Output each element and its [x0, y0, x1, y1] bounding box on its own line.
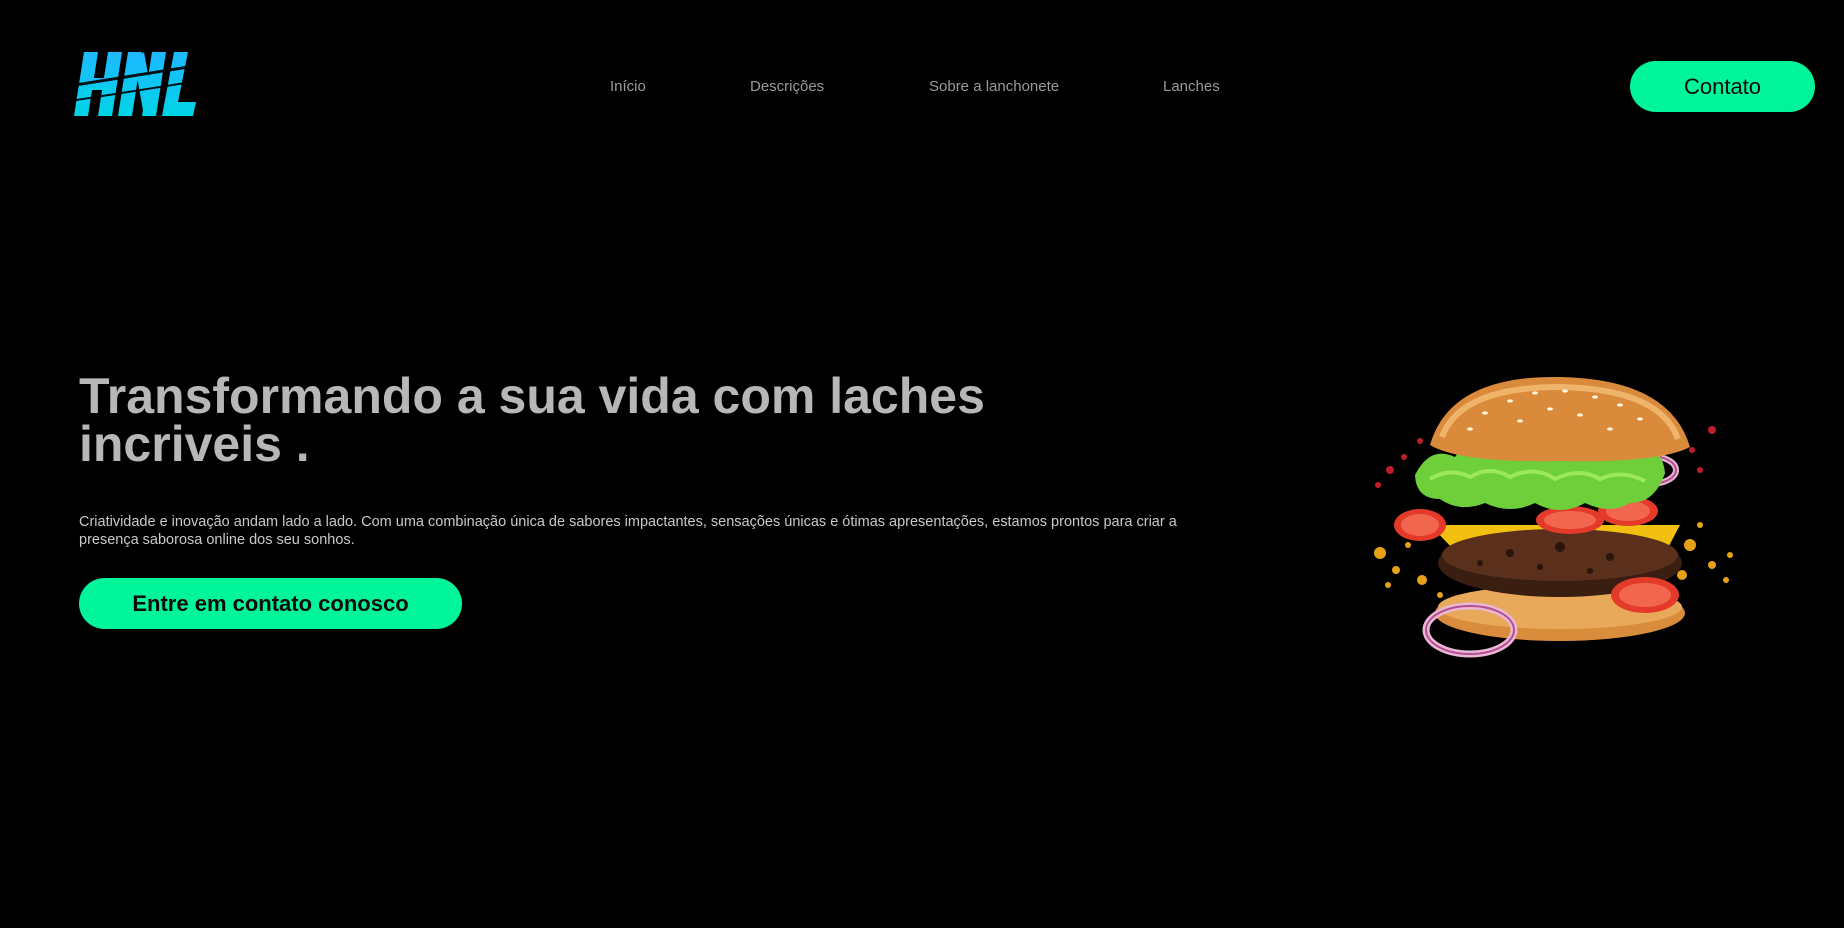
contact-us-button[interactable]: Entre em contato conosco: [79, 578, 462, 629]
contact-button[interactable]: Contato: [1630, 61, 1815, 112]
hero-title: Transformando a sua vida com laches incr…: [79, 368, 985, 472]
hero-description: Criatividade e inovação andam lado a lad…: [79, 514, 1177, 548]
nav-item-sobre[interactable]: Sobre a lanchonete: [929, 78, 1059, 95]
main-nav: Início Descrições Sobre a lanchonete Lan…: [0, 78, 1844, 98]
nav-item-descricoes[interactable]: Descrições: [750, 78, 824, 95]
burger-image: [1374, 376, 1733, 658]
page: Início Descrições Sobre a lanchonete Lan…: [0, 0, 1844, 928]
nav-item-inicio[interactable]: Início: [610, 78, 646, 95]
nav-item-lanches[interactable]: Lanches: [1163, 78, 1220, 95]
